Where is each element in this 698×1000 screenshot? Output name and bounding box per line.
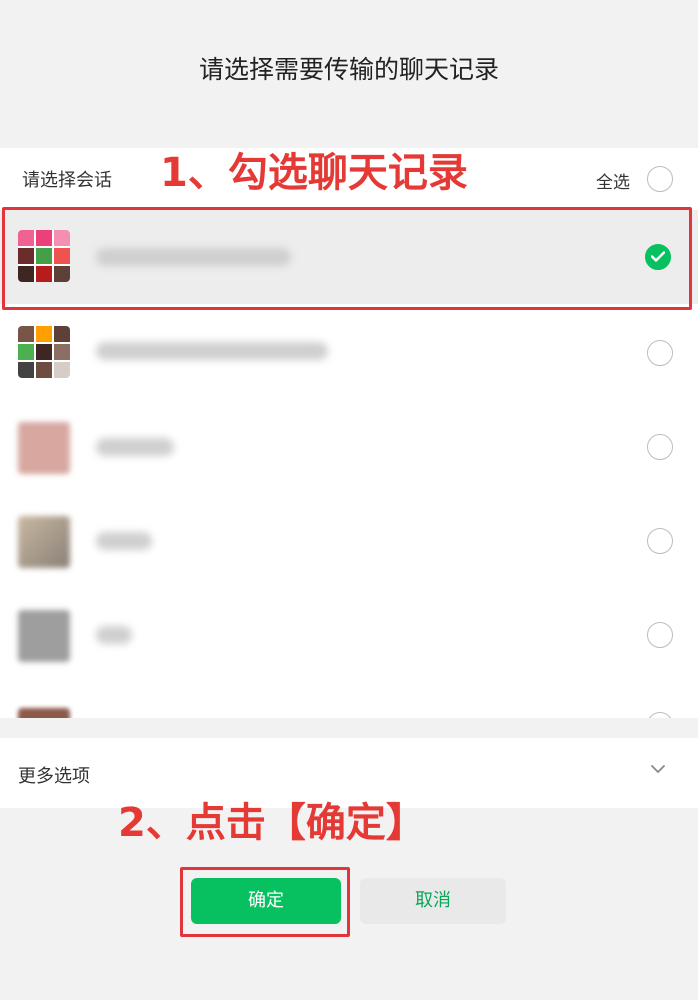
annotation-step2: 2、点击【确定】: [118, 800, 426, 846]
avatar: [18, 516, 70, 568]
list-item[interactable]: [0, 400, 698, 494]
row-checkbox[interactable]: [647, 622, 673, 648]
contact-name-blurred: [96, 438, 174, 456]
row-checkbox[interactable]: [647, 434, 673, 460]
avatar: [18, 422, 70, 474]
dialog-title: 请选择需要传输的聊天记录: [198, 55, 499, 84]
chevron-down-icon[interactable]: [650, 764, 666, 774]
avatar: [18, 708, 70, 718]
list-item[interactable]: [0, 494, 698, 588]
row-checkbox[interactable]: [647, 340, 673, 366]
list-item[interactable]: [0, 682, 698, 718]
more-options-label: 更多选项: [18, 766, 90, 787]
cancel-button[interactable]: 取消: [360, 878, 506, 924]
select-all-radio[interactable]: [647, 166, 673, 192]
contact-name-blurred: [96, 342, 328, 360]
row-checkbox[interactable]: [647, 528, 673, 554]
list-header-label: 请选择会话: [22, 170, 112, 191]
contact-name-blurred: [96, 532, 152, 550]
contact-name-blurred: [96, 626, 132, 644]
list-item[interactable]: [0, 306, 698, 400]
select-all-label[interactable]: 全选: [596, 168, 630, 193]
avatar: [18, 610, 70, 662]
list-item[interactable]: [0, 588, 698, 682]
annotation-step1: 1、勾选聊天记录: [160, 150, 468, 196]
avatar: [18, 326, 70, 378]
row-checkbox[interactable]: [647, 712, 673, 718]
annotation-highlight-confirm: [180, 867, 350, 937]
annotation-highlight-row: [2, 207, 692, 310]
